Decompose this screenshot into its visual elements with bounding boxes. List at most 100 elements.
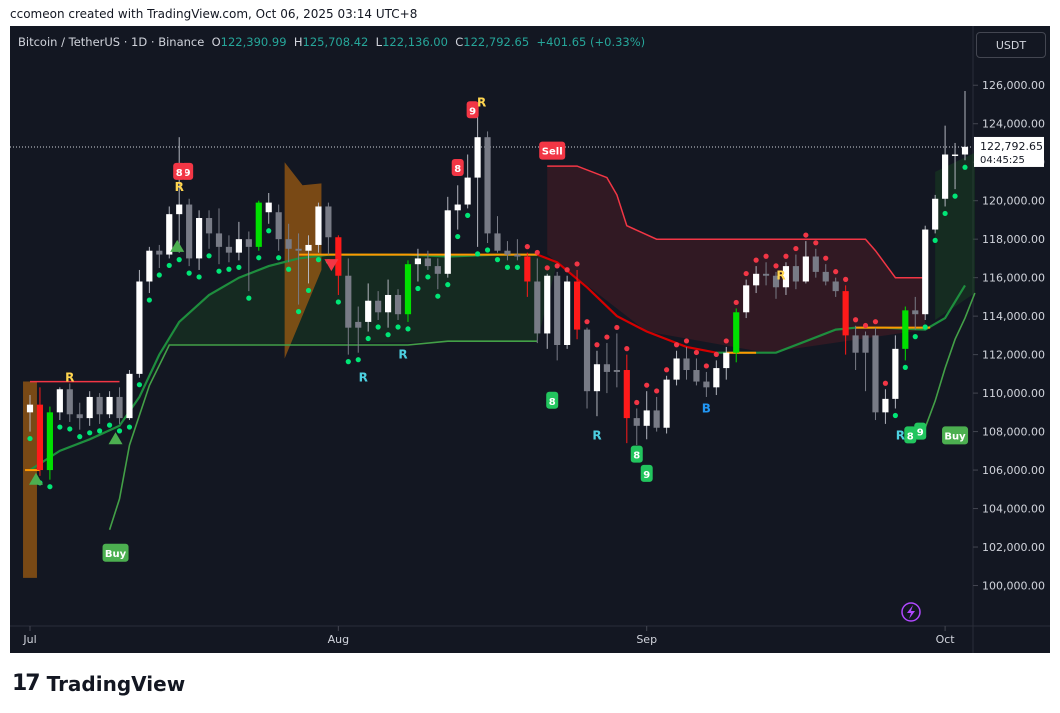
stop-dot-bear bbox=[703, 363, 709, 369]
candle-body bbox=[146, 250, 153, 282]
signal-letter: R bbox=[398, 348, 407, 362]
candle bbox=[444, 196, 451, 278]
count-badge-text: 8 bbox=[907, 431, 914, 442]
candle-body bbox=[484, 137, 491, 234]
candle-body bbox=[454, 204, 461, 211]
stop-dot-bear bbox=[733, 299, 739, 306]
y-tick-label: 118,000.00 bbox=[982, 233, 1045, 246]
stop-dot-bull bbox=[425, 274, 431, 280]
candle-body bbox=[494, 233, 501, 251]
candle-body bbox=[265, 202, 272, 213]
stop-dot-bear bbox=[663, 367, 670, 373]
price-chart[interactable]: 100,000.00 102,000.00 104,000.00 106,000.00… bbox=[10, 26, 1050, 653]
candle bbox=[932, 194, 939, 234]
signal-letter: R bbox=[65, 371, 74, 385]
stop-dot-bull bbox=[435, 293, 441, 299]
candle-body bbox=[593, 364, 601, 392]
candle-body bbox=[335, 237, 342, 276]
candle-body bbox=[394, 294, 402, 315]
stop-dot-bull bbox=[97, 428, 103, 434]
signal-letter: R bbox=[175, 180, 184, 194]
candle-body bbox=[663, 379, 670, 428]
candle bbox=[633, 408, 640, 446]
stop-dot-bull bbox=[345, 359, 351, 365]
candle-body bbox=[842, 291, 849, 336]
signal-letter: R bbox=[776, 269, 785, 283]
y-tick-label: 124,000.00 bbox=[982, 118, 1045, 131]
candle-body bbox=[693, 370, 700, 382]
open-value: 122,390.99 bbox=[220, 35, 287, 49]
open-key: O bbox=[211, 35, 221, 49]
stop-dot-bull bbox=[126, 424, 133, 430]
candle-body bbox=[404, 264, 412, 315]
stop-dot-bull bbox=[315, 257, 322, 263]
candle bbox=[265, 192, 272, 224]
candle bbox=[205, 210, 213, 249]
candle bbox=[872, 327, 879, 421]
candle-body bbox=[753, 273, 760, 286]
candle-body bbox=[186, 204, 193, 259]
candle-body bbox=[66, 389, 73, 415]
stop-dot-bear bbox=[634, 399, 640, 406]
candle-body bbox=[951, 154, 959, 157]
symbol-title: Bitcoin / TetherUS · 1D · Binance bbox=[18, 35, 205, 49]
candle-body bbox=[166, 214, 173, 255]
candle bbox=[136, 269, 143, 378]
stop-dot-bull bbox=[415, 285, 421, 292]
stop-dot-bull bbox=[67, 426, 73, 432]
stop-dot-bull bbox=[226, 266, 232, 272]
signal-letter: R bbox=[477, 96, 486, 110]
candle-body bbox=[942, 154, 949, 199]
candle-body bbox=[653, 410, 660, 428]
candle bbox=[554, 271, 561, 361]
candle-body bbox=[215, 233, 223, 247]
candle-body bbox=[633, 418, 640, 426]
stop-dot-bull bbox=[106, 422, 113, 428]
stop-dot-bull bbox=[405, 326, 411, 332]
candle bbox=[603, 343, 610, 394]
stop-dot-bull bbox=[196, 274, 202, 280]
currency-button[interactable]: USDT bbox=[976, 32, 1046, 58]
candle-body bbox=[623, 370, 630, 419]
candle-body bbox=[822, 271, 829, 282]
candle-body bbox=[444, 210, 451, 274]
stop-dot-bear bbox=[763, 253, 769, 259]
stop-dot-bear bbox=[852, 317, 859, 323]
stop-dot-bear bbox=[673, 342, 680, 348]
stop-dot-bear bbox=[624, 346, 630, 352]
candle-body bbox=[583, 329, 591, 392]
stop-dot-bull bbox=[494, 257, 501, 263]
candle bbox=[464, 154, 471, 209]
stop-dot-bull bbox=[962, 164, 968, 170]
candle-body bbox=[564, 281, 571, 345]
chart-frame[interactable]: 100,000.00 102,000.00 104,000.00 106,000.00… bbox=[10, 26, 1050, 653]
buy-label-text: Buy bbox=[105, 549, 127, 560]
candle-body bbox=[902, 310, 909, 349]
candle-body bbox=[116, 396, 123, 419]
candle-body bbox=[912, 310, 919, 315]
stop-dot-bear bbox=[693, 349, 700, 356]
change-value: +401.65 (+0.33%) bbox=[536, 35, 646, 49]
stop-dot-bear bbox=[683, 338, 690, 344]
candle-body bbox=[176, 204, 183, 215]
stop-dot-bear bbox=[862, 322, 869, 329]
candle-body bbox=[414, 258, 422, 265]
stop-dot-bull bbox=[465, 212, 471, 218]
count-badge-text: 9 bbox=[469, 106, 476, 117]
stop-dot-bear bbox=[584, 319, 590, 325]
y-tick-label: 102,000.00 bbox=[982, 541, 1045, 554]
candle-body bbox=[762, 273, 770, 276]
candle bbox=[862, 331, 869, 392]
candle-body bbox=[504, 250, 511, 255]
candle bbox=[474, 116, 481, 247]
y-tick-label: 110,000.00 bbox=[982, 387, 1045, 400]
candle-body bbox=[474, 137, 481, 178]
stop-dot-bear bbox=[644, 382, 650, 388]
candle bbox=[66, 383, 73, 422]
stop-dot-bear bbox=[773, 263, 779, 269]
y-tick-label: 126,000.00 bbox=[982, 79, 1045, 92]
stop-dot-bull bbox=[942, 210, 948, 217]
stop-dot-bear bbox=[783, 253, 789, 259]
candle bbox=[186, 198, 193, 267]
stop-dot-bear bbox=[793, 245, 799, 252]
